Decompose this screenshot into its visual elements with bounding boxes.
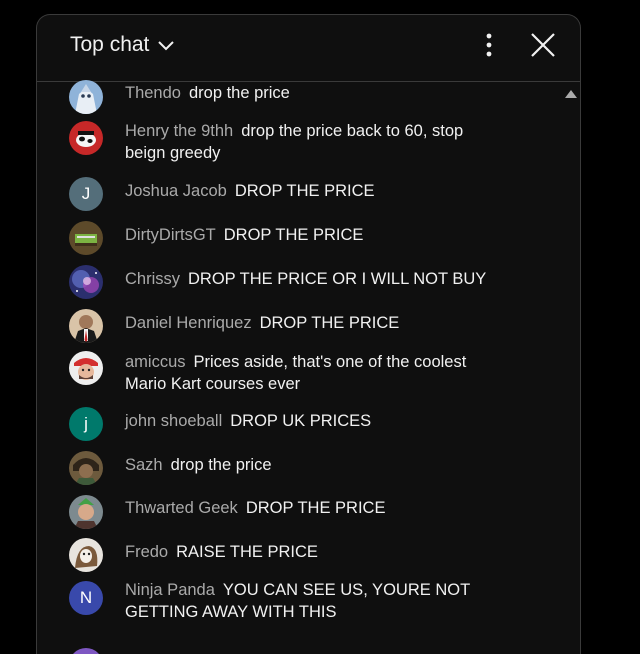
author-name[interactable]: Daniel Henriquez — [125, 314, 252, 332]
more-options-button[interactable] — [477, 33, 501, 61]
chat-message-list: Thendo drop the price Henry the 9thh drop … — [37, 80, 580, 654]
chat-panel: Top chat Thendo drop the price Henry the… — [36, 14, 581, 654]
avatar[interactable] — [69, 265, 103, 299]
avatar[interactable]: J — [69, 177, 103, 211]
author-name[interactable]: DirtyDirtsGT — [125, 226, 216, 244]
message-body: Henry the 9thh drop the price back to 60,… — [125, 120, 505, 164]
author-name[interactable]: Ninja Panda — [125, 581, 215, 599]
avatar[interactable] — [69, 648, 103, 654]
avatar-initial: j — [84, 414, 88, 433]
author-name[interactable]: Sazh — [125, 456, 163, 474]
message-body: Fredo RAISE THE PRICE — [125, 541, 505, 563]
message-text: drop the price — [170, 456, 272, 474]
avatar[interactable] — [69, 538, 103, 572]
message-text: DROP THE PRICE OR I WILL NOT BUY — [188, 270, 487, 288]
author-name[interactable]: Henry the 9thh — [125, 122, 233, 140]
message-text: DROP THE PRICE — [223, 226, 364, 244]
chat-header: Top chat — [37, 15, 580, 82]
message-text: DROP THE PRICE — [234, 182, 375, 200]
avatar[interactable]: N — [69, 581, 103, 615]
message-body: Daniel Henriquez DROP THE PRICE — [125, 312, 505, 334]
avatar[interactable] — [69, 121, 103, 155]
avatar[interactable] — [69, 495, 103, 529]
message-body: Thwarted Geek DROP THE PRICE — [125, 497, 505, 519]
avatar-initial: N — [79, 588, 93, 607]
message-body: DirtyDirtsGT DROP THE PRICE — [125, 224, 505, 246]
message-text: DROP THE PRICE — [259, 314, 400, 332]
message-body: Ninja Panda YOU CAN SEE US, YOURE NOT GET… — [125, 579, 505, 623]
message-body: Thendo drop the price — [125, 82, 505, 104]
author-name[interactable]: amiccus — [125, 353, 186, 371]
message-text: drop the price — [188, 84, 290, 102]
avatar[interactable] — [69, 221, 103, 255]
avatar[interactable] — [69, 80, 103, 114]
chat-mode-label: Top chat — [70, 33, 150, 56]
message-text: DROP UK PRICES — [230, 412, 372, 430]
avatar[interactable]: j — [69, 407, 103, 441]
avatar-initial: J — [81, 184, 91, 203]
close-chat-button[interactable] — [528, 32, 558, 62]
avatar[interactable] — [69, 451, 103, 485]
chat-mode-dropdown[interactable]: Top chat — [70, 33, 175, 57]
more-vert-icon — [486, 33, 492, 62]
chevron-down-icon — [157, 40, 175, 52]
author-name[interactable]: Chrissy — [125, 270, 180, 288]
author-name[interactable]: Fredo — [125, 543, 168, 561]
avatar[interactable] — [69, 351, 103, 385]
message-body: Chrissy DROP THE PRICE OR I WILL NOT BUY — [125, 268, 505, 290]
message-body: Sazh drop the price — [125, 454, 505, 476]
close-icon — [530, 32, 556, 63]
author-name[interactable]: Thwarted Geek — [125, 499, 238, 517]
message-text: RAISE THE PRICE — [176, 543, 318, 561]
message-body: john shoeball DROP UK PRICES — [125, 410, 505, 432]
author-name[interactable]: john shoeball — [125, 412, 222, 430]
message-body: Joshua Jacob DROP THE PRICE — [125, 180, 505, 202]
avatar[interactable] — [69, 309, 103, 343]
author-name[interactable]: Joshua Jacob — [125, 182, 227, 200]
message-body: amiccus Prices aside, that's one of the c… — [125, 351, 505, 395]
message-text: DROP THE PRICE — [245, 499, 386, 517]
author-name[interactable]: Thendo — [125, 84, 181, 102]
